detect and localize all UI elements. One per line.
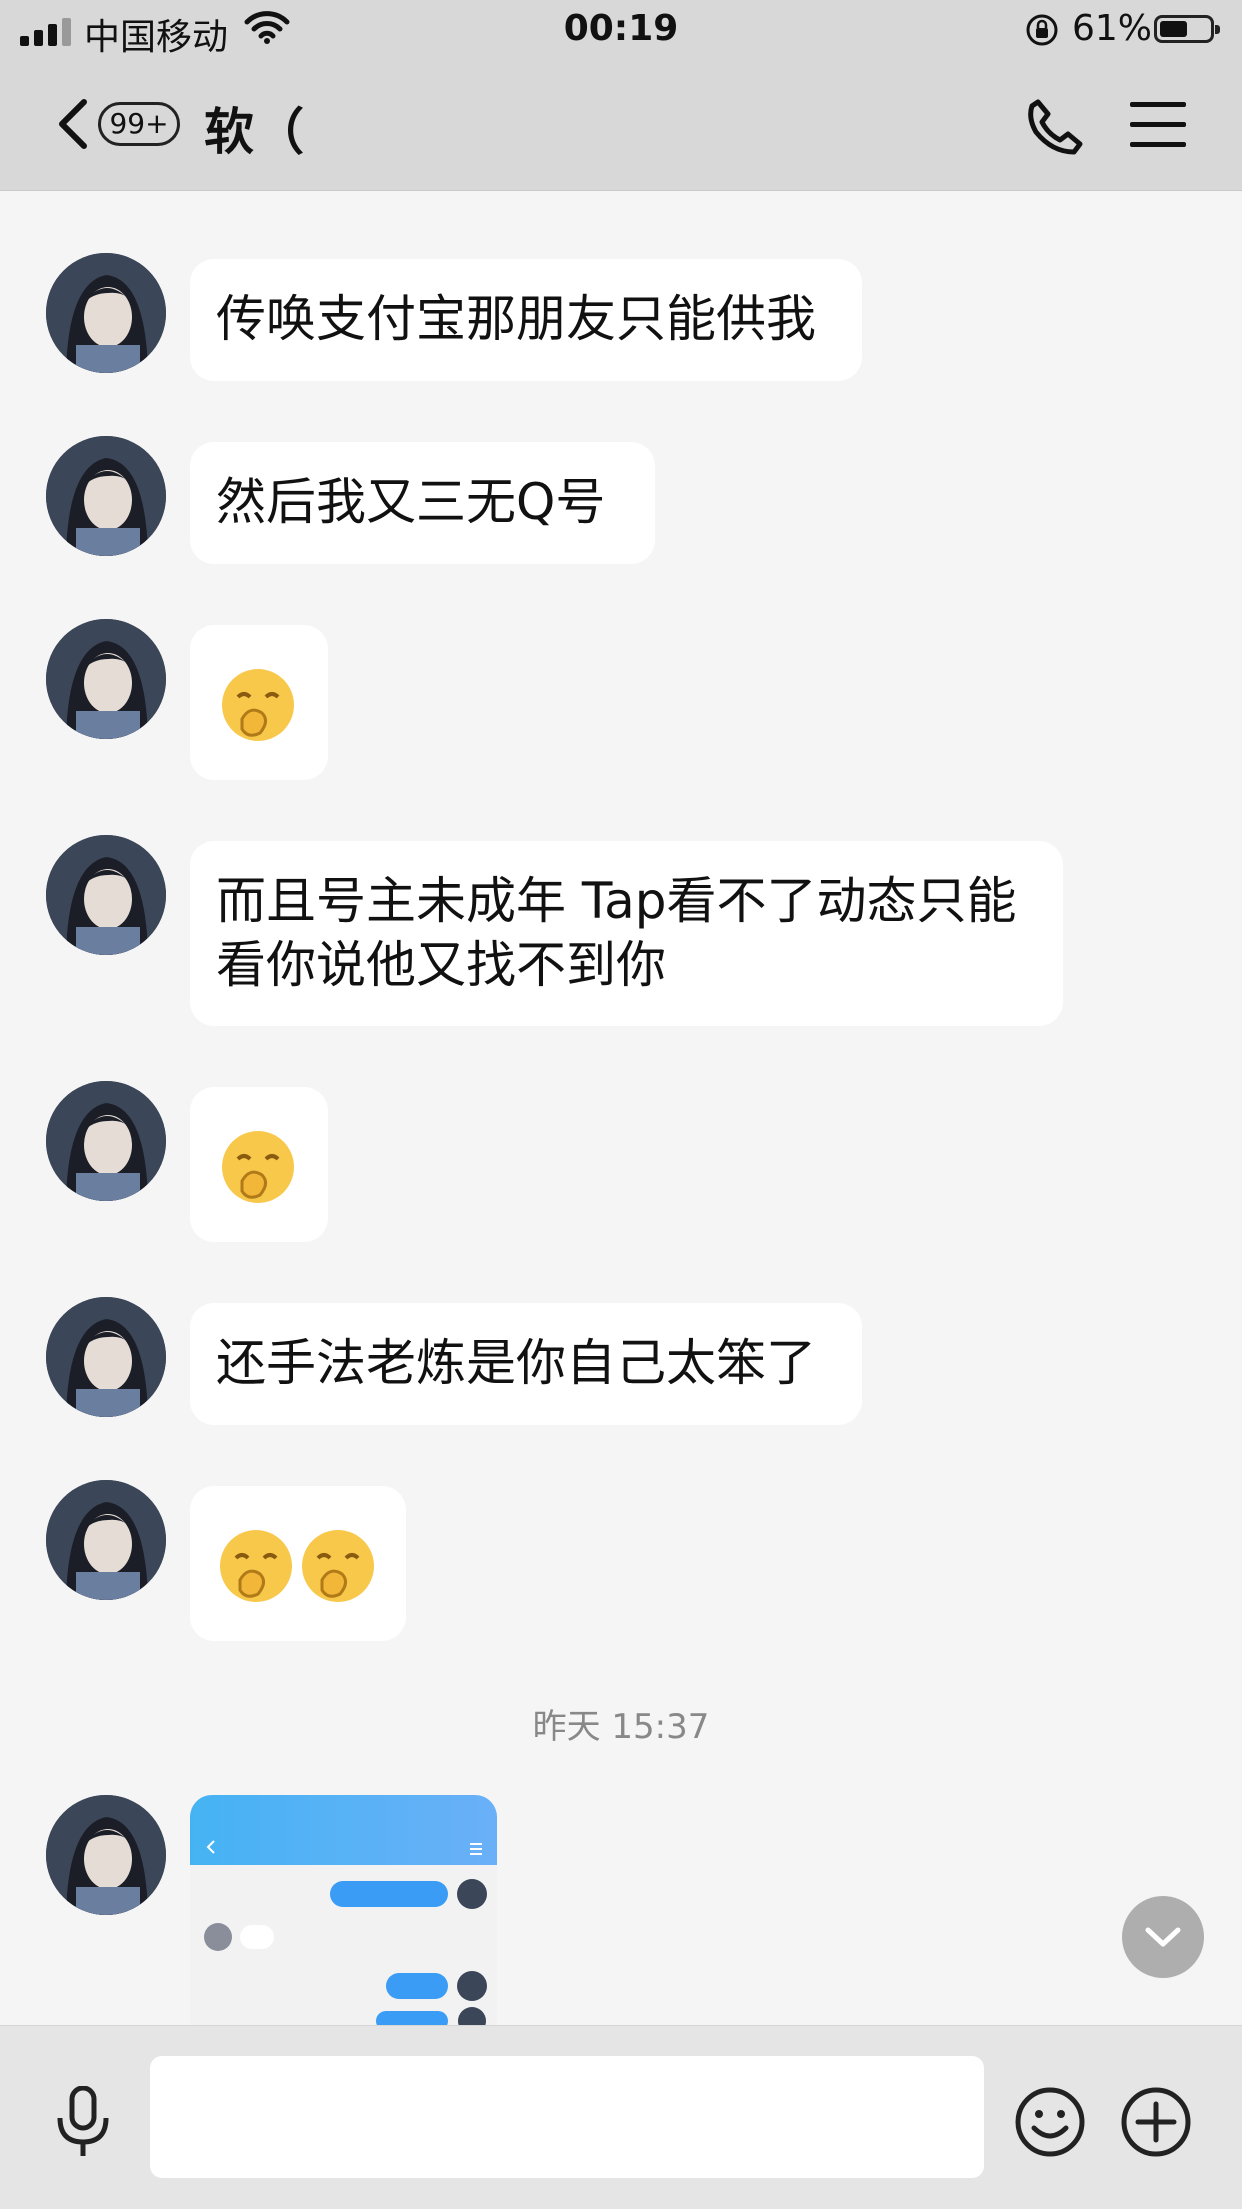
hand-over-mouth-emoji-icon	[222, 1131, 294, 1203]
phone-call-icon[interactable]	[1024, 96, 1086, 158]
contact-avatar[interactable]	[46, 253, 166, 373]
contact-avatar[interactable]	[46, 619, 166, 739]
rotation-lock-icon	[1026, 14, 1058, 46]
message-bubble[interactable]: 而且号主未成年 Tap看不了动态只能 看你说他又找不到你	[190, 841, 1063, 1026]
time-divider: 昨天 15:37	[532, 1707, 710, 1747]
message-input-bar	[0, 2025, 1242, 2209]
clipped-timestamp	[0, 176, 1242, 190]
back-arrow-icon[interactable]	[52, 96, 92, 152]
message-text: 还手法老炼是你自己太笨了	[216, 1334, 816, 1392]
emoji-message-bubble[interactable]	[190, 1087, 328, 1242]
message-input[interactable]	[150, 2056, 984, 2178]
message-text-line-1: 而且号主未成年 Tap看不了动态只能	[216, 872, 1017, 930]
status-bar: 中国移动 00:19 61%	[0, 0, 1242, 60]
contact-avatar[interactable]	[46, 835, 166, 955]
plus-icon[interactable]	[1120, 2086, 1192, 2158]
chat-screenshot-thumbnail	[190, 1795, 497, 2025]
message-text: 然后我又三无Q号	[216, 473, 606, 531]
image-message[interactable]	[190, 1795, 497, 2025]
hand-over-mouth-emoji-icon	[220, 1530, 292, 1602]
scroll-to-bottom-button[interactable]	[1122, 1896, 1204, 1978]
message-text-line-2: 看你说他又找不到你	[216, 936, 666, 994]
chevron-down-icon	[1145, 1927, 1181, 1947]
message-bubble[interactable]: 传唤支付宝那朋友只能供我	[190, 259, 862, 381]
emoji-message-bubble[interactable]	[190, 625, 328, 780]
contact-avatar[interactable]	[46, 436, 166, 556]
contact-avatar[interactable]	[46, 1480, 166, 1600]
hand-over-mouth-emoji-icon	[302, 1530, 374, 1602]
contact-avatar[interactable]	[46, 1297, 166, 1417]
hand-over-mouth-emoji-icon	[222, 669, 294, 741]
chat-header: 99+ 软（	[0, 60, 1242, 191]
message-bubble[interactable]: 然后我又三无Q号	[190, 442, 655, 564]
unread-count-badge[interactable]: 99+	[98, 102, 180, 146]
battery-icon	[1154, 15, 1220, 43]
message-text: 传唤支付宝那朋友只能供我	[216, 290, 816, 348]
contact-avatar[interactable]	[46, 1081, 166, 1201]
chat-title: 软（	[204, 103, 304, 161]
emoji-message-bubble[interactable]	[190, 1486, 406, 1641]
emoji-face-icon[interactable]	[1014, 2086, 1086, 2158]
battery-percentage: 61%	[1072, 8, 1153, 49]
microphone-icon[interactable]	[52, 2086, 114, 2158]
menu-icon[interactable]	[1130, 100, 1186, 150]
message-bubble[interactable]: 还手法老炼是你自己太笨了	[190, 1303, 862, 1425]
contact-avatar[interactable]	[46, 1795, 166, 1915]
